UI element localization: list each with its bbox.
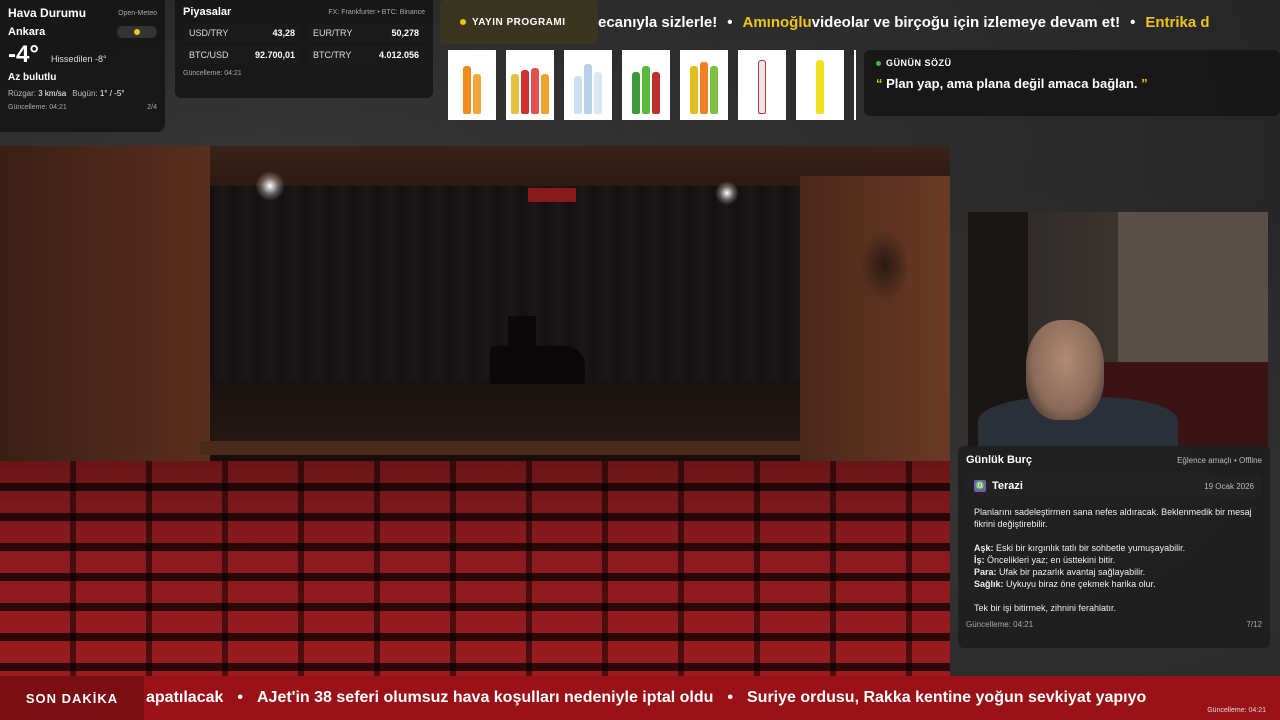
health-text: Uykuyu biraz öne çekmek harika olur. xyxy=(1003,579,1156,589)
ticker-separator: • xyxy=(727,689,733,706)
spotlight xyxy=(715,181,739,205)
libra-icon: ♎ xyxy=(974,480,986,492)
product-image-lemon-soda xyxy=(796,50,844,120)
work-text: Öncelikleri yaz; en üsttekini bitir. xyxy=(984,555,1116,565)
weather-updated: Güncelleme: 04:21 xyxy=(8,104,67,111)
breaking-news-bar: SON DAKİKA apatılacak • AJet'in 38 sefer… xyxy=(0,676,1280,720)
market-item-eurtry: EUR/TRY 50,278 xyxy=(307,24,425,42)
breaking-label: SON DAKİKA xyxy=(0,676,144,720)
market-item-btcusd: BTC/USD 92.700,01 xyxy=(183,46,301,64)
love-text: Eski bir kırgınlık tatlı bir sohbetle yu… xyxy=(993,543,1186,553)
horoscope-title: Günlük Burç xyxy=(966,454,1033,466)
health-label: Sağlık: xyxy=(974,579,1004,589)
weather-page: 2/4 xyxy=(147,104,157,111)
top-ticker: ecanıyla sizlerle! • Amınoğlu videolar v… xyxy=(598,0,1280,44)
partly-cloudy-icon xyxy=(117,26,157,38)
ticker-separator: • xyxy=(237,689,243,706)
product-image-partial xyxy=(854,50,856,120)
love-label: Aşk: xyxy=(974,543,994,553)
exit-sign xyxy=(528,188,576,202)
quote-label: GÜNÜN SÖZÜ xyxy=(886,58,952,68)
breaking-item: Suriye ordusu, Rakka kentine yoğun sevki… xyxy=(747,689,1147,706)
weather-temperature: -4° xyxy=(8,41,39,68)
webcam-feed xyxy=(968,212,1268,448)
today-value: 1° / -5° xyxy=(99,89,125,98)
theater-video xyxy=(0,146,950,676)
product-image-green-soda xyxy=(622,50,670,120)
market-item-usdtry: USD/TRY 43,28 xyxy=(183,24,301,42)
wind-label: Rüzgar: xyxy=(8,89,37,98)
wall-portrait xyxy=(860,231,910,301)
breaking-ticker: apatılacak • AJet'in 38 seferi olumsuz h… xyxy=(144,689,1146,707)
quote-of-the-day: GÜNÜN SÖZÜ “ Plan yap, ama plana değil a… xyxy=(864,50,1280,116)
product-image-fruit-soda xyxy=(680,50,728,120)
schedule-dot-icon xyxy=(460,19,466,25)
weather-feels-like: Hissedilen -8° xyxy=(50,54,107,64)
weather-widget: Hava Durumu Open-Meteo Ankara -4° Hissed… xyxy=(0,0,165,132)
product-image-clear-soda xyxy=(738,50,786,120)
weather-title: Hava Durumu xyxy=(8,6,87,20)
horoscope-body: Planlarını sadeleştirmen sana nefes aldı… xyxy=(966,506,1262,614)
ticker-separator: • xyxy=(1130,13,1136,31)
breaking-item: AJet'in 38 seferi olumsuz hava koşulları… xyxy=(257,689,714,706)
money-label: Para: xyxy=(974,567,997,577)
schedule-button[interactable]: YAYIN PROGRAMI xyxy=(440,0,598,44)
top-ticker-item: videolar ve birçoğu için izlemeye devam … xyxy=(811,13,1121,31)
weather-condition: Az bulutlu xyxy=(8,72,57,83)
product-image-water xyxy=(564,50,612,120)
weather-details: Rüzgar: 3 km/sa Bugün: 1° / -5° xyxy=(8,89,157,98)
markets-title: Piyasalar xyxy=(183,6,232,18)
top-ticker-highlight: Amınoğlu xyxy=(742,13,812,31)
quote-close-mark: ” xyxy=(1141,76,1148,91)
markets-updated: Güncelleme: 04:21 xyxy=(183,70,242,77)
horoscope-date: 19 Ocak 2026 xyxy=(1204,481,1254,491)
top-ticker-item: ecanıyla sizlerle! xyxy=(598,13,718,31)
breaking-item: apatılacak xyxy=(146,689,224,706)
work-label: İş: xyxy=(974,555,985,565)
wind-value: 3 km/sa xyxy=(38,89,67,98)
horoscope-updated: Güncelleme: 04:21 xyxy=(966,620,1034,629)
ticker-separator: • xyxy=(727,13,733,31)
horoscope-widget: Günlük Burç Eğlence amaçlı • Offline ♎ Te… xyxy=(958,446,1270,648)
weather-city: Ankara xyxy=(8,26,46,38)
weather-source: Open-Meteo xyxy=(118,9,157,17)
breaking-updated: Güncelleme: 04:21 xyxy=(1207,707,1266,714)
markets-source: FX: Frankfurter • BTC: Binance xyxy=(328,8,425,16)
today-label: Bugün: xyxy=(72,89,98,98)
quote-text: Plan yap, ama plana değil amaca bağlan. xyxy=(882,76,1142,91)
money-text: Ufak bir pazarlık avantaj sağlayabilir. xyxy=(996,567,1146,577)
horoscope-tag: Eğlence amaçlı • Offline xyxy=(1177,455,1262,465)
streamer xyxy=(1026,320,1104,420)
top-ticker-highlight: Entrika d xyxy=(1145,13,1210,31)
piano xyxy=(490,346,585,384)
product-strip xyxy=(440,50,856,122)
market-item-btctry: BTC/TRY 4.012.056 xyxy=(307,46,425,64)
horoscope-intro: Planlarını sadeleştirmen sana nefes aldı… xyxy=(974,507,1252,529)
product-image-orange-soda xyxy=(448,50,496,120)
markets-widget: Piyasalar FX: Frankfurter • BTC: Binance… xyxy=(175,0,433,98)
schedule-label: YAYIN PROGRAMI xyxy=(472,16,566,28)
live-dot-icon xyxy=(876,60,881,66)
horoscope-sign: Terazi xyxy=(992,480,1023,492)
horoscope-page: 7/12 xyxy=(1246,620,1262,629)
horoscope-advice: Tek bir işi bitirmek, zihnini ferahlatır… xyxy=(974,603,1117,613)
spotlight xyxy=(255,171,285,201)
product-image-mixed-soda xyxy=(506,50,554,120)
